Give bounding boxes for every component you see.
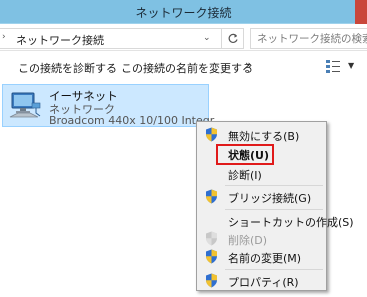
more-commands-button[interactable]: » bbox=[245, 58, 252, 72]
connection-item-ethernet[interactable]: イーサネット ネットワーク Broadcom 440x 10/100 Integ… bbox=[2, 84, 224, 127]
menu-item-delete: 削除(D) bbox=[198, 229, 325, 248]
search-box[interactable] bbox=[250, 28, 367, 49]
address-dropdown-icon[interactable]: ⌄ bbox=[203, 33, 211, 43]
refresh-icon bbox=[228, 33, 238, 43]
menu-item-create-shortcut[interactable]: ショートカットの作成(S) bbox=[198, 211, 354, 230]
refresh-button[interactable] bbox=[222, 28, 244, 49]
context-menu: 無効にする(B) 状態(U) 診断(I) ブリッジ接続(G) ショートカットの作… bbox=[196, 121, 354, 291]
command-bar: この接続を診断する この接続の名前を変更する » ▼ bbox=[0, 52, 367, 80]
uac-shield-icon bbox=[206, 189, 217, 204]
uac-shield-icon bbox=[206, 273, 217, 288]
highlight-box bbox=[216, 144, 274, 165]
diagnose-connection-button[interactable]: この接続を診断する bbox=[18, 60, 117, 76]
window-title: ネットワーク接続 bbox=[135, 6, 232, 20]
address-bar-row: › ネットワーク接続 ⌄ bbox=[0, 25, 367, 51]
view-options-dropdown-icon[interactable]: ▼ bbox=[348, 61, 354, 70]
menu-separator bbox=[225, 209, 323, 210]
menu-separator bbox=[225, 269, 323, 270]
menu-item-properties[interactable]: プロパティ(R) bbox=[198, 271, 325, 290]
breadcrumb-arrow-icon[interactable]: › bbox=[2, 32, 6, 42]
network-adapter-icon bbox=[9, 92, 41, 118]
search-input[interactable] bbox=[251, 29, 367, 48]
menu-item-diagnose[interactable]: 診断(I) bbox=[198, 164, 325, 183]
rename-connection-button[interactable]: この接続の名前を変更する bbox=[121, 60, 253, 76]
menu-item-rename[interactable]: 名前の変更(M) bbox=[198, 247, 325, 266]
uac-shield-icon bbox=[206, 249, 217, 264]
menu-item-bridge[interactable]: ブリッジ接続(G) bbox=[198, 187, 325, 206]
uac-shield-icon bbox=[206, 127, 217, 142]
close-button[interactable] bbox=[355, 0, 367, 24]
menu-separator bbox=[225, 185, 323, 186]
change-view-icon[interactable] bbox=[325, 58, 345, 74]
title-bar[interactable]: ネットワーク接続 bbox=[0, 0, 367, 24]
uac-shield-icon bbox=[206, 231, 217, 246]
breadcrumb-network-connections[interactable]: ネットワーク接続 bbox=[16, 32, 104, 48]
menu-item-disable[interactable]: 無効にする(B) bbox=[198, 125, 325, 144]
address-bar[interactable]: › ネットワーク接続 ⌄ bbox=[0, 28, 222, 49]
